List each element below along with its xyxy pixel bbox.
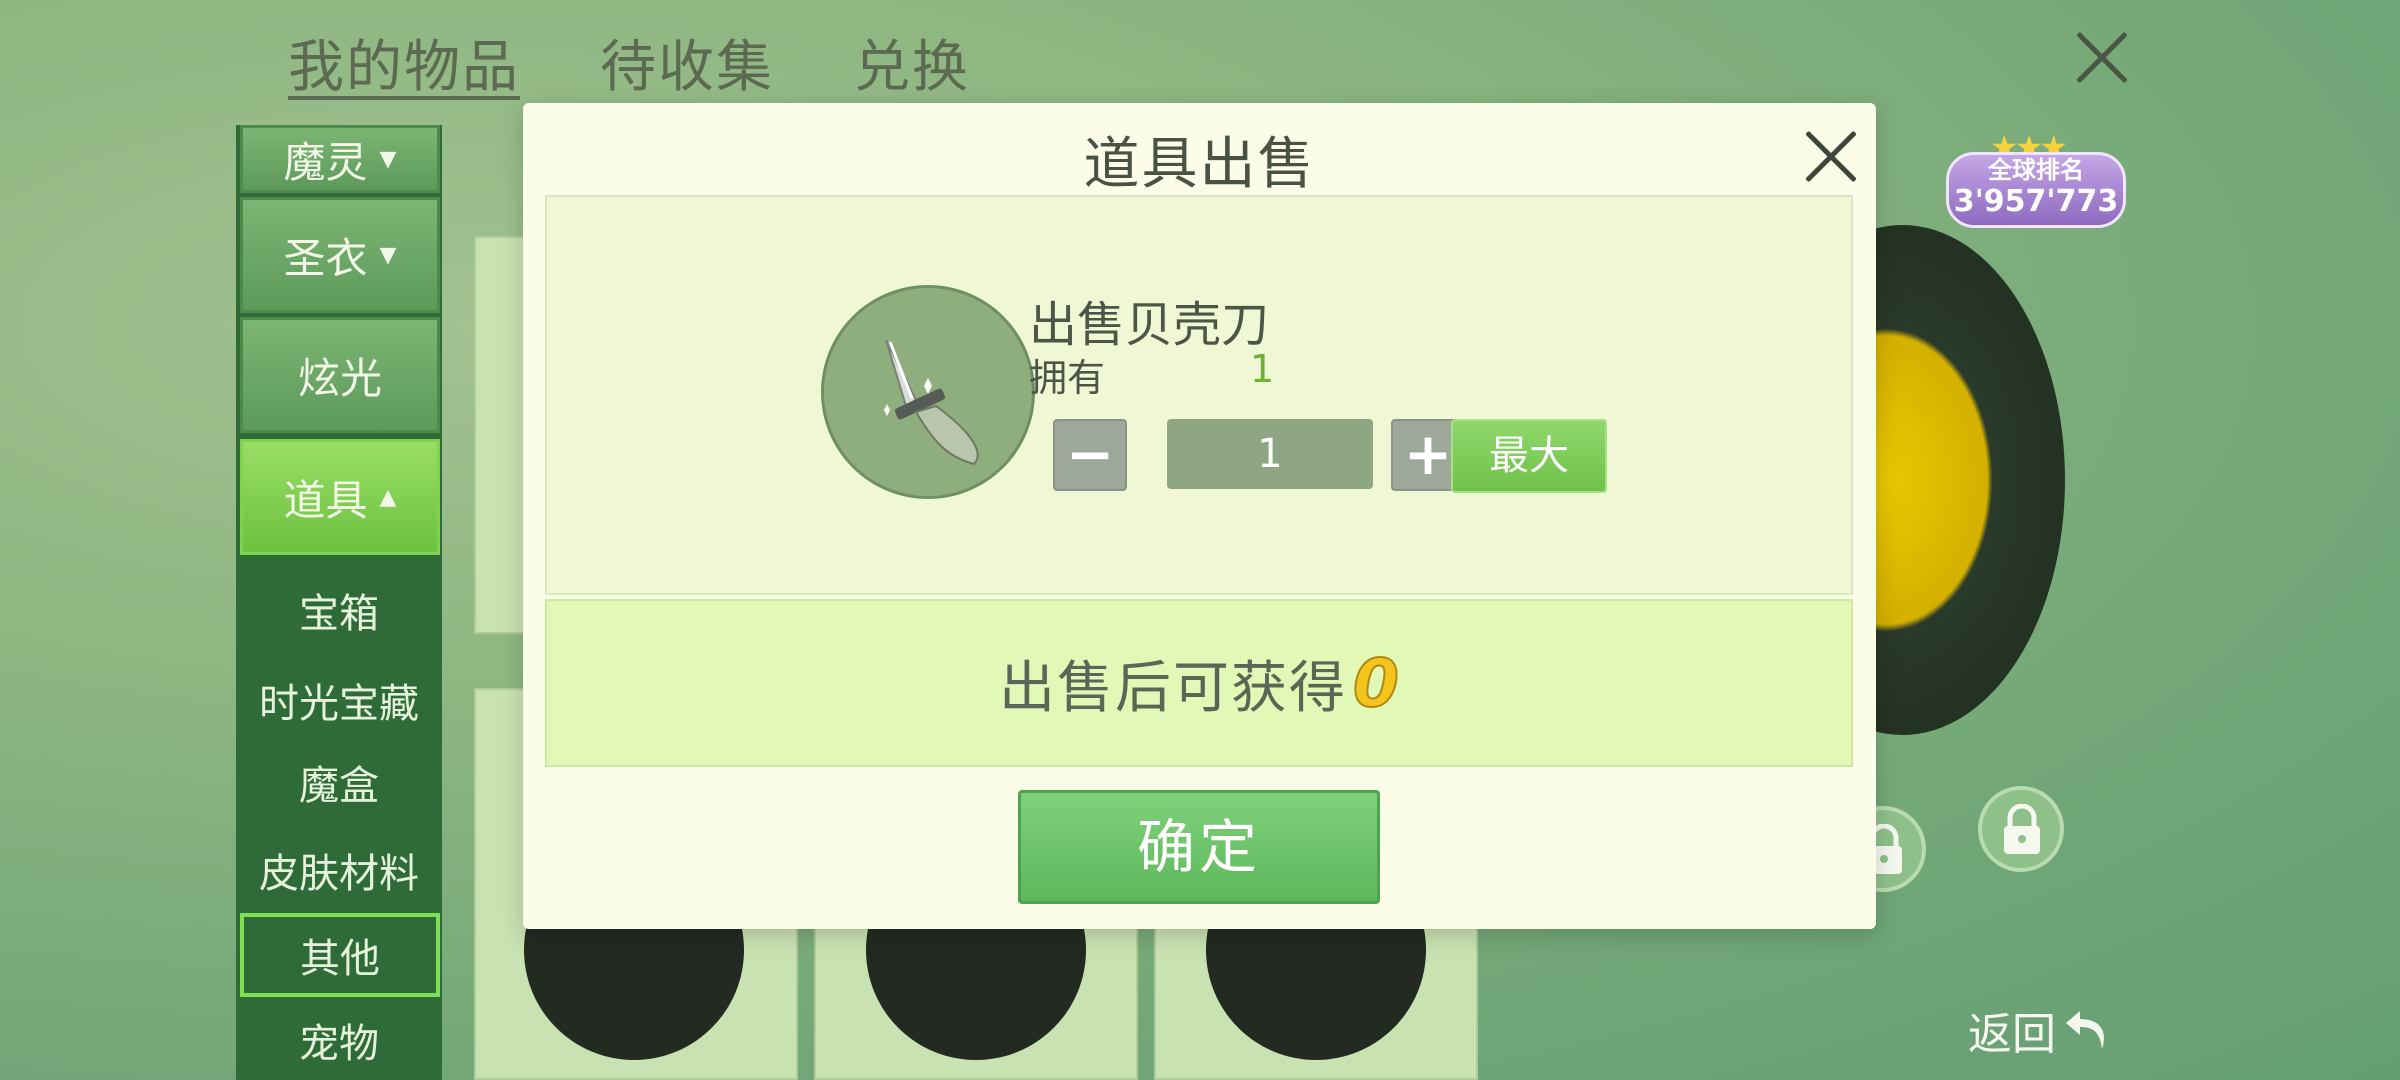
sidebar-item-label: 道具 [283, 475, 368, 525]
category-sidebar: 魔灵 ▼ 圣衣 ▼ 炫光 道具 ▲ 宝箱 时光宝藏 魔盒 皮肤材料 其他 宠物 [236, 125, 442, 1080]
sub-item-other[interactable]: 其他 [240, 913, 440, 997]
sidebar-item-label: 魔灵 [283, 137, 368, 187]
sub-item-skin-material[interactable]: 皮肤材料 [236, 841, 442, 899]
tab-exchange[interactable]: 兑换 [854, 22, 970, 103]
sidebar-item-label: 圣衣 [283, 233, 368, 283]
confirm-button[interactable]: 确定 [1018, 790, 1380, 904]
earnings-value: 0 [1352, 644, 1400, 723]
top-tab-bar: 我的物品 待收集 兑换 [288, 22, 970, 103]
close-icon[interactable] [2072, 28, 2132, 88]
dialog-title: 道具出售 [1083, 132, 1316, 197]
knife-icon [821, 285, 1035, 499]
quantity-field[interactable]: 1 [1167, 419, 1373, 489]
item-info-panel: 出售贝壳刀 拥有 1 − 1 + 最大 [545, 195, 1853, 595]
rank-label: 全球排名 [1988, 156, 2084, 184]
earnings-label: 出售后可获得 [999, 655, 1348, 721]
chevron-down-icon: ▼ [379, 242, 397, 268]
sidebar-item-spirits[interactable]: 魔灵 ▼ [240, 125, 440, 193]
sub-item-treasure-box[interactable]: 宝箱 [236, 581, 442, 639]
sidebar-item-armor[interactable]: 圣衣 ▼ [240, 197, 440, 313]
back-button[interactable]: 返回 [1968, 998, 2110, 1062]
tab-to-collect[interactable]: 待收集 [600, 22, 774, 103]
sub-item-magic-box[interactable]: 魔盒 [236, 753, 442, 811]
tab-my-items[interactable]: 我的物品 [288, 22, 520, 103]
sidebar-item-label: 炫光 [297, 353, 382, 403]
chevron-down-icon: ▼ [379, 146, 397, 172]
chevron-up-icon: ▲ [379, 484, 397, 510]
item-name: 出售贝壳刀 [1029, 297, 1270, 353]
sub-item-time-treasure[interactable]: 时光宝藏 [236, 671, 442, 729]
sidebar-item-glow[interactable]: 炫光 [240, 317, 440, 433]
sidebar-item-props[interactable]: 道具 ▲ [240, 439, 440, 555]
rank-value: 3'957'773 [1953, 184, 2119, 219]
back-label: 返回 [1968, 1009, 2056, 1060]
sell-item-dialog: 道具出售 出售贝壳刀 拥有 1 − 1 + 最大 出售后可获得 0 确定 [523, 103, 1876, 929]
max-button[interactable]: 最大 [1451, 419, 1607, 493]
earnings-panel: 出售后可获得 0 [545, 599, 1853, 767]
close-icon[interactable] [1803, 129, 1859, 185]
back-arrow-icon [2066, 1011, 2104, 1049]
lock-icon[interactable] [1978, 786, 2064, 872]
global-rank-badge[interactable]: 全球排名 3'957'773 [1946, 152, 2126, 228]
sub-item-pets[interactable]: 宠物 [236, 1011, 442, 1069]
owned-label: 拥有 [1029, 356, 1106, 400]
owned-count: 1 [1250, 347, 1275, 391]
decrease-button[interactable]: − [1053, 419, 1127, 491]
